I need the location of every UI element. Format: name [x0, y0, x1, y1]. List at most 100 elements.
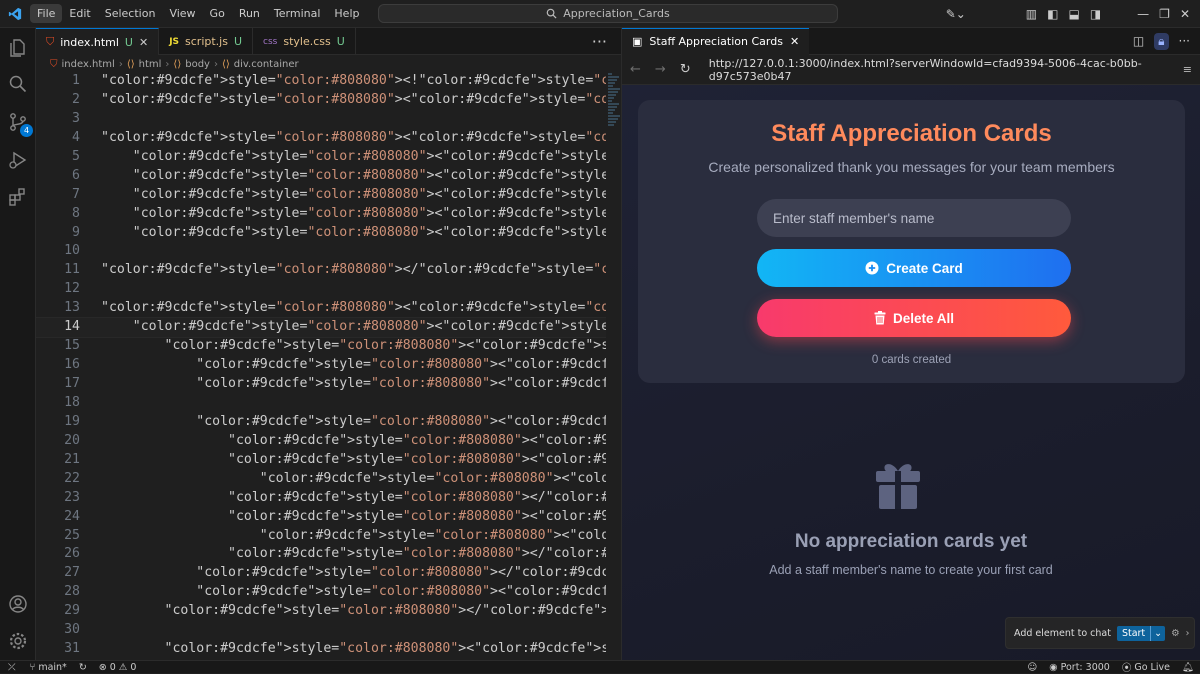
- tag-icon: ⟨⟩: [173, 58, 182, 70]
- workspace-name: Appreciation_Cards: [563, 7, 670, 20]
- minimize-icon[interactable]: —: [1137, 7, 1149, 21]
- code-line[interactable]: 27 "color:#9cdcfe">style="color:#808080"…: [36, 564, 606, 583]
- menu-selection[interactable]: Selection: [98, 4, 163, 23]
- more-actions-icon[interactable]: ···: [1179, 34, 1190, 48]
- menu-view[interactable]: View: [162, 4, 202, 23]
- breadcrumb-item[interactable]: div.container: [234, 59, 299, 70]
- port-status[interactable]: ◉ Port: 3000: [1043, 660, 1116, 674]
- code-editor[interactable]: 1 "color:#9cdcfe">style="color:#808080"><…: [36, 72, 606, 660]
- code-line[interactable]: 12: [36, 280, 606, 299]
- menu-help[interactable]: Help: [327, 4, 366, 23]
- chevron-down-icon[interactable]: ⌄: [1150, 625, 1165, 641]
- manage-gear-icon[interactable]: [6, 629, 30, 653]
- code-line[interactable]: 8 "color:#9cdcfe">style="color:#808080">…: [36, 205, 606, 224]
- toggle-secondary-sidebar-icon[interactable]: ◨: [1090, 7, 1101, 21]
- reload-icon[interactable]: ↻: [680, 62, 691, 77]
- breadcrumb-item[interactable]: body: [185, 59, 210, 70]
- code-line[interactable]: 13 "color:#9cdcfe">style="color:#808080">…: [36, 299, 606, 318]
- minimap[interactable]: [606, 72, 621, 660]
- copilot-status-icon[interactable]: ☺: [1021, 660, 1043, 674]
- go-live-button[interactable]: ⦿ Go Live: [1116, 660, 1176, 674]
- settings-gear-icon[interactable]: ⚙: [1171, 628, 1180, 639]
- toggle-panel-icon[interactable]: ⬓: [1068, 7, 1079, 21]
- sync-icon[interactable]: ↻: [73, 662, 93, 673]
- toggle-sidebar-icon[interactable]: ◧: [1047, 7, 1058, 21]
- code-line[interactable]: 3: [36, 110, 606, 129]
- code-line[interactable]: 24 "color:#9cdcfe">style="color:#808080"…: [36, 508, 606, 527]
- tab-style-css[interactable]: css style.css U: [253, 28, 356, 55]
- code-line[interactable]: 9 "color:#9cdcfe">style="color:#808080">…: [36, 224, 606, 243]
- source-control-icon[interactable]: 4: [6, 110, 33, 137]
- command-center-search[interactable]: Appreciation_Cards: [378, 4, 838, 23]
- code-line[interactable]: 1 "color:#9cdcfe">style="color:#808080"><…: [36, 72, 606, 91]
- url-bar[interactable]: http://127.0.0.1:3000/index.html?serverW…: [709, 57, 1169, 83]
- delete-all-button[interactable]: Delete All: [757, 299, 1071, 337]
- code-line[interactable]: 17 "color:#9cdcfe">style="color:#808080"…: [36, 375, 606, 394]
- copilot-icon[interactable]: ✎⌄: [946, 7, 966, 21]
- explorer-icon[interactable]: [6, 36, 30, 60]
- run-debug-icon[interactable]: [6, 148, 30, 172]
- code-line[interactable]: 26 "color:#9cdcfe">style="color:#808080"…: [36, 545, 606, 564]
- code-line[interactable]: 2 "color:#9cdcfe">style="color:#808080"><…: [36, 91, 606, 110]
- card-counter: 0 cards created: [871, 354, 952, 366]
- warning-icon: ⚠: [118, 661, 128, 673]
- code-line[interactable]: 16 "color:#9cdcfe">style="color:#808080"…: [36, 356, 606, 375]
- start-button[interactable]: Start ⌄: [1116, 625, 1166, 641]
- tab-preview[interactable]: ▣ Staff Appreciation Cards ✕: [622, 27, 810, 55]
- browser-forward-icon[interactable]: →: [655, 62, 666, 77]
- code-line[interactable]: 30: [36, 621, 606, 640]
- code-line[interactable]: 23 "color:#9cdcfe">style="color:#808080"…: [36, 489, 606, 508]
- browser-menu-icon[interactable]: ≡: [1183, 63, 1200, 76]
- close-window-icon[interactable]: ✕: [1180, 7, 1190, 21]
- restore-icon[interactable]: ❐: [1159, 7, 1170, 21]
- code-line[interactable]: 28 "color:#9cdcfe">style="color:#808080"…: [36, 583, 606, 602]
- remote-icon[interactable]: ⤫: [0, 662, 24, 673]
- chevron-right-icon[interactable]: ›: [1186, 628, 1190, 639]
- extensions-icon[interactable]: [6, 185, 30, 209]
- branch-status[interactable]: ⑂ main*: [24, 662, 73, 673]
- minimap-line: [608, 109, 615, 111]
- menu-run[interactable]: Run: [232, 4, 267, 23]
- tab-script-js[interactable]: JS script.js U: [159, 28, 254, 55]
- code-line[interactable]: 11 "color:#9cdcfe">style="color:#808080">…: [36, 261, 606, 280]
- menu-edit[interactable]: Edit: [62, 4, 97, 23]
- tab-index-html[interactable]: ⛉ index.html U ✕: [36, 28, 160, 55]
- code-line[interactable]: 22 "color:#9cdcfe">style="color:#808080"…: [36, 470, 606, 489]
- code-line[interactable]: 25 "color:#9cdcfe">style="color:#808080"…: [36, 527, 606, 546]
- code-line[interactable]: 14 "color:#9cdcfe">style="color:#808080"…: [36, 317, 606, 339]
- split-editor-icon[interactable]: ◫: [1133, 34, 1144, 48]
- menu-terminal[interactable]: Terminal: [267, 4, 328, 23]
- code-line[interactable]: 19 "color:#9cdcfe">style="color:#808080"…: [36, 413, 606, 432]
- code-line[interactable]: 10: [36, 242, 606, 261]
- close-tab-icon[interactable]: ✕: [139, 36, 148, 49]
- code-line[interactable]: 4 "color:#9cdcfe">style="color:#808080"><…: [36, 129, 606, 148]
- menu-go[interactable]: Go: [203, 4, 232, 23]
- code-line[interactable]: 18: [36, 394, 606, 413]
- staff-name-input[interactable]: [757, 199, 1071, 237]
- code-line[interactable]: 15 "color:#9cdcfe">style="color:#808080"…: [36, 337, 606, 356]
- menu-file[interactable]: File: [30, 4, 63, 23]
- code-line[interactable]: 20 "color:#9cdcfe">style="color:#808080"…: [36, 432, 606, 451]
- notifications-bell-icon[interactable]: 🔔︎: [1176, 660, 1200, 674]
- breadcrumb-item[interactable]: html: [139, 59, 162, 70]
- trash-icon: [874, 311, 886, 325]
- accounts-icon[interactable]: [6, 592, 30, 616]
- close-tab-icon[interactable]: ✕: [790, 35, 799, 48]
- code-line[interactable]: 6 "color:#9cdcfe">style="color:#808080">…: [36, 167, 606, 186]
- breadcrumb-item[interactable]: index.html: [62, 59, 115, 70]
- browser-back-icon[interactable]: ←: [630, 62, 641, 77]
- line-text: "color:#9cdcfe">style="color:#808080"></…: [101, 262, 606, 278]
- untracked-badge: U: [336, 35, 345, 48]
- code-line[interactable]: 7 "color:#9cdcfe">style="color:#808080">…: [36, 186, 606, 205]
- code-line[interactable]: 5 "color:#9cdcfe">style="color:#808080">…: [36, 148, 606, 167]
- create-card-button[interactable]: Create Card: [757, 249, 1071, 287]
- code-line[interactable]: 21 "color:#9cdcfe">style="color:#808080"…: [36, 451, 606, 470]
- more-actions-icon[interactable]: ···: [578, 28, 621, 54]
- lock-icon[interactable]: 🔒︎: [1154, 32, 1169, 50]
- code-line[interactable]: 31 "color:#9cdcfe">style="color:#808080"…: [36, 640, 606, 659]
- problems-status[interactable]: ⊗ 0 ⚠ 0: [93, 662, 143, 673]
- search-view-icon[interactable]: [6, 72, 30, 96]
- layout-icon[interactable]: ▥: [1026, 7, 1037, 21]
- code-line[interactable]: 29 "color:#9cdcfe">style="color:#808080"…: [36, 602, 606, 621]
- browser-icon: ▣: [632, 35, 643, 48]
